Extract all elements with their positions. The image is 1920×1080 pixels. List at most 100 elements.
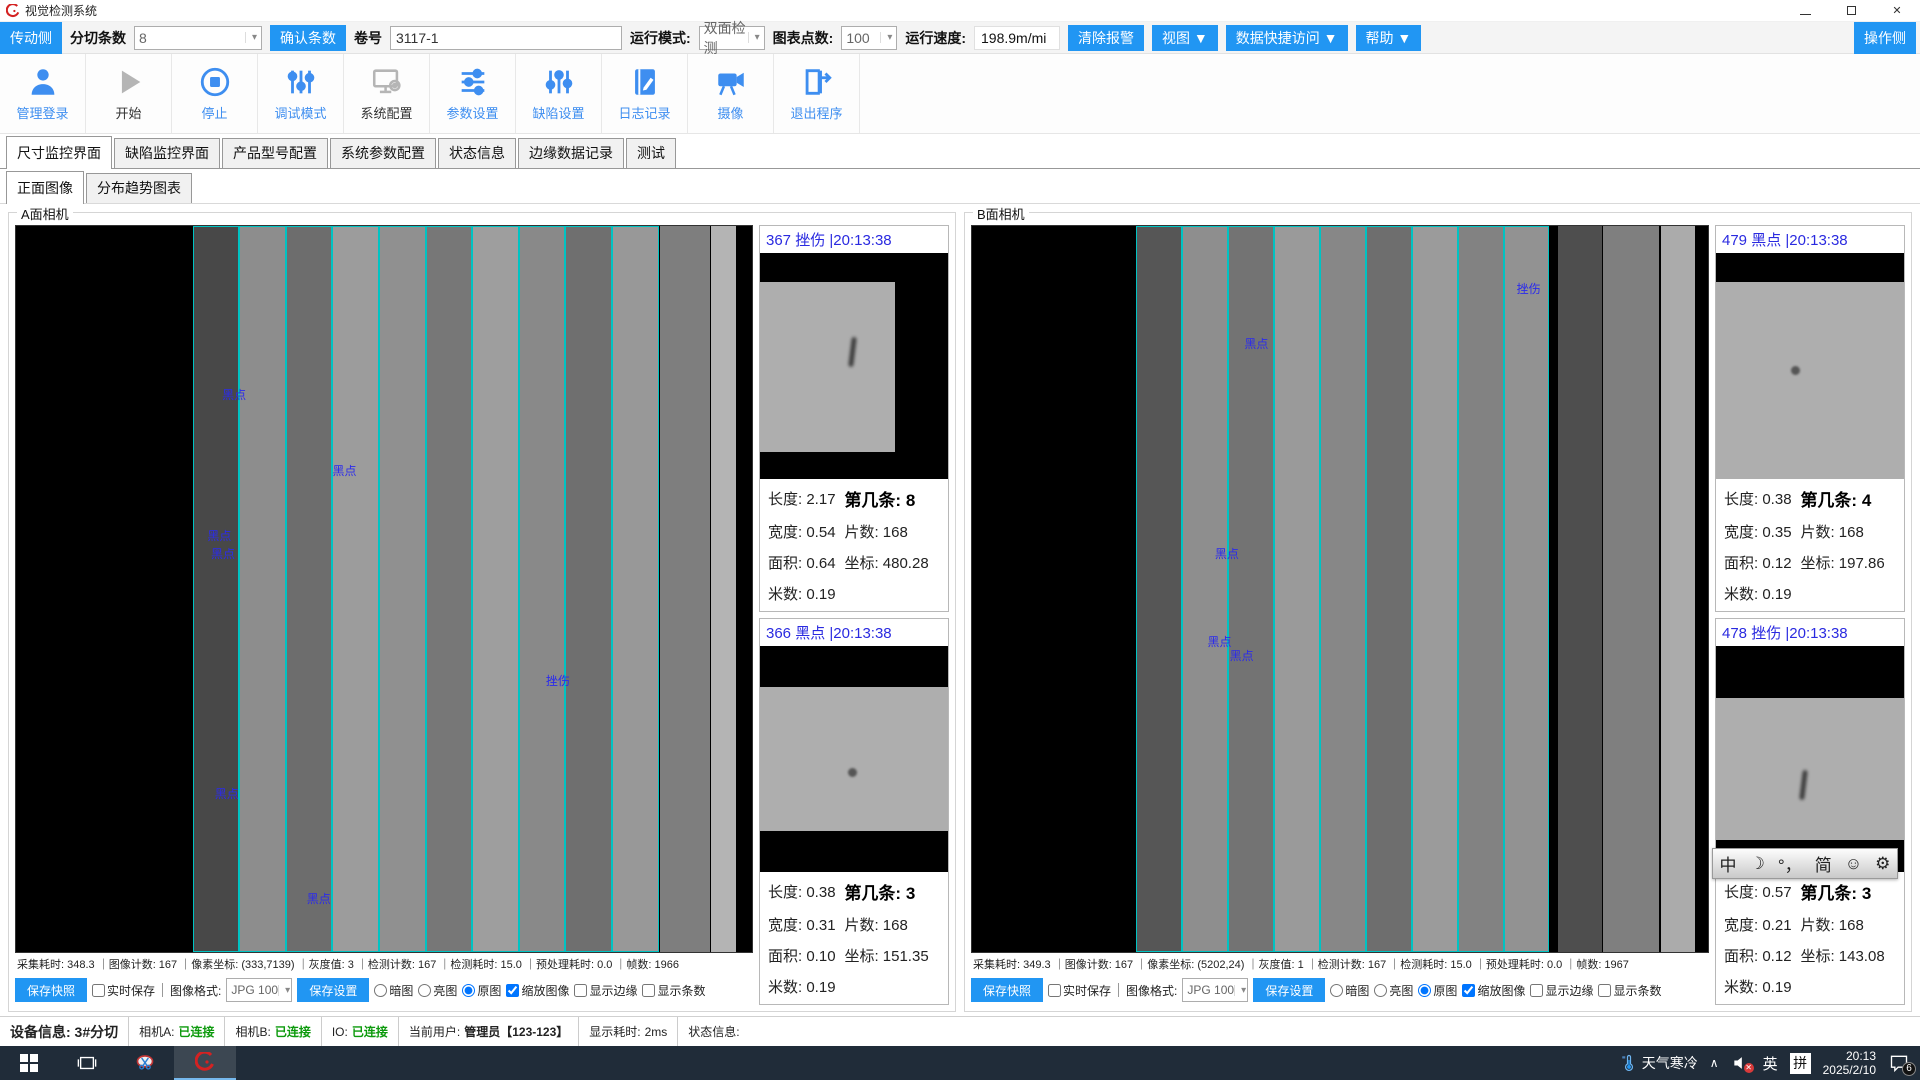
dark-image-radio[interactable]: 暗图 <box>1330 982 1369 999</box>
stop-button[interactable]: 停止 <box>172 54 258 133</box>
debug-mode-button[interactable]: 调试模式 <box>258 54 344 133</box>
realtime-save-checkbox[interactable]: 实时保存 <box>1048 982 1111 999</box>
save-snapshot-button[interactable]: 保存快照 <box>15 978 87 1002</box>
defect-card[interactable]: 479 黑点 |20:13:38 长度: 0.38 第几条: 4 宽度: 0.3… <box>1715 225 1905 612</box>
system-config-button[interactable]: 系统配置 <box>344 54 430 133</box>
start-button[interactable]: 开始 <box>86 54 172 133</box>
material-strip <box>426 226 473 952</box>
data-quick-access-button[interactable]: 数据快捷访问 ▼ <box>1226 25 1348 51</box>
defect-card[interactable]: 478 挫伤 |20:13:38 长度: 0.57 第几条: 3 宽度: 0.2… <box>1715 618 1905 1005</box>
maximize-button[interactable] <box>1828 0 1874 21</box>
volume-muted-tray-icon[interactable]: ✕ <box>1731 1053 1751 1073</box>
save-settings-button[interactable]: 保存设置 <box>1253 978 1325 1002</box>
roll-number-input[interactable] <box>390 26 622 50</box>
parameter-settings-button[interactable]: 参数设置 <box>430 54 516 133</box>
exit-program-button[interactable]: 退出程序 <box>774 54 860 133</box>
ime-item-3[interactable]: 简 <box>1815 851 1832 876</box>
material-strip <box>379 226 426 952</box>
sliders-horizontal-icon <box>456 65 490 99</box>
defect-thumbnail <box>760 253 948 479</box>
original-image-radio[interactable]: 原图 <box>1418 982 1457 999</box>
defect-card[interactable]: 366 黑点 |20:13:38 长度: 0.38 第几条: 3 宽度: 0.3… <box>759 618 949 1005</box>
stop-icon <box>198 65 232 99</box>
defect-overlay-label: 黑点 <box>207 527 231 544</box>
bright-image-radio[interactable]: 亮图 <box>1374 982 1413 999</box>
zoom-image-checkbox[interactable]: 缩放图像 <box>506 982 569 999</box>
weather-tray-item[interactable]: 天气寒冷 <box>1620 1053 1698 1073</box>
camera-b-connection: 相机B:已连接 <box>225 1017 321 1046</box>
run-mode-select[interactable]: 双面检测▾ <box>699 26 765 50</box>
admin-login-button[interactable]: 管理登录 <box>0 54 86 133</box>
chart-points-label: 图表点数: <box>773 28 834 48</box>
material-strip <box>1412 226 1458 952</box>
device-info: 设备信息: 3#分切 <box>0 1017 129 1046</box>
image-format-select[interactable]: JPG 100▾ <box>226 978 292 1002</box>
camera-image-b[interactable]: 挫伤黑点黑点黑点黑点 <box>971 225 1709 953</box>
operator-side-button[interactable]: 操作侧 <box>1854 22 1916 54</box>
dark-image-radio[interactable]: 暗图 <box>374 982 413 999</box>
main-tab-2[interactable]: 产品型号配置 <box>222 138 328 168</box>
sub-tab-1[interactable]: 分布趋势图表 <box>86 173 192 203</box>
ime-mode-indicator[interactable]: 拼 <box>1790 1053 1811 1074</box>
camera-button[interactable]: 摄像 <box>688 54 774 133</box>
realtime-save-checkbox[interactable]: 实时保存 <box>92 982 155 999</box>
start-button[interactable] <box>0 1046 58 1080</box>
notification-center-button[interactable]: 6 <box>1888 1053 1910 1073</box>
show-edges-checkbox[interactable]: 显示边缘 <box>1530 982 1593 999</box>
task-view-button[interactable] <box>58 1046 116 1080</box>
main-tab-4[interactable]: 状态信息 <box>438 138 516 168</box>
camera-image-a[interactable]: 黑点黑点黑点黑点挫伤黑点黑点 <box>15 225 753 953</box>
ime-item-5[interactable]: ⚙ <box>1875 854 1890 874</box>
bright-image-radio[interactable]: 亮图 <box>418 982 457 999</box>
ime-language-bar[interactable]: 中 ☽ °， 简 ☺ ⚙ <box>1712 848 1898 879</box>
monitor-gear-icon <box>370 65 404 99</box>
drive-side-button[interactable]: 传动侧 <box>0 22 62 54</box>
main-tab-5[interactable]: 边缘数据记录 <box>518 138 624 168</box>
ime-item-1[interactable]: ☽ <box>1750 854 1765 874</box>
confirm-count-button[interactable]: 确认条数 <box>270 25 346 51</box>
inspection-app-taskbar-button[interactable] <box>174 1046 236 1080</box>
material-strip <box>660 226 710 952</box>
ime-item-2[interactable]: °， <box>1778 851 1802 876</box>
hidden-icons-chevron[interactable]: ∧ <box>1710 1056 1719 1070</box>
show-count-checkbox[interactable]: 显示条数 <box>642 982 705 999</box>
clear-alarm-button[interactable]: 清除报警 <box>1068 25 1144 51</box>
original-image-radio[interactable]: 原图 <box>462 982 501 999</box>
run-speed-label: 运行速度: <box>905 28 966 48</box>
help-menu-button[interactable]: 帮助 ▼ <box>1356 25 1422 51</box>
main-tab-6[interactable]: 测试 <box>626 138 676 168</box>
main-tab-0[interactable]: 尺寸监控界面 <box>6 136 112 169</box>
image-format-select[interactable]: JPG 100▾ <box>1182 978 1248 1002</box>
date: 2025/2/10 <box>1823 1063 1876 1077</box>
material-strip <box>1603 226 1659 952</box>
close-button[interactable]: ✕ <box>1874 0 1920 21</box>
mute-badge-icon: ✕ <box>1744 1063 1754 1073</box>
slit-count-select[interactable]: 8▾ <box>134 26 262 50</box>
chart-points-select[interactable]: 100▾ <box>841 26 897 50</box>
show-edges-checkbox[interactable]: 显示边缘 <box>574 982 637 999</box>
defect-card[interactable]: 367 挫伤 |20:13:38 长度: 2.17 第几条: 8 宽度: 0.5… <box>759 225 949 612</box>
main-tab-3[interactable]: 系统参数配置 <box>330 138 436 168</box>
ime-item-0[interactable]: 中 <box>1720 851 1737 876</box>
app-logo-icon <box>195 1052 215 1072</box>
clock[interactable]: 20:13 2025/2/10 <box>1823 1049 1876 1077</box>
zoom-image-checkbox[interactable]: 缩放图像 <box>1462 982 1525 999</box>
task-view-icon <box>77 1053 97 1073</box>
defect-overlay-label: 黑点 <box>307 890 331 907</box>
minimize-button[interactable] <box>1782 0 1828 21</box>
snipping-tool-button[interactable] <box>116 1046 174 1080</box>
show-count-checkbox[interactable]: 显示条数 <box>1598 982 1661 999</box>
save-settings-button[interactable]: 保存设置 <box>297 978 369 1002</box>
language-indicator[interactable]: 英 <box>1763 1053 1778 1074</box>
ime-item-4[interactable]: ☺ <box>1845 854 1862 874</box>
view-menu-button[interactable]: 视图 ▼ <box>1152 25 1218 51</box>
main-tab-1[interactable]: 缺陷监控界面 <box>114 138 220 168</box>
camera-panel-b: B面相机 挫伤黑点黑点黑点黑点 采集耗时: 349.3 ｜图像计数: 167 ｜… <box>964 212 1912 1012</box>
sub-tab-0[interactable]: 正面图像 <box>6 171 84 204</box>
material-strip <box>239 226 286 952</box>
defect-settings-button[interactable]: 缺陷设置 <box>516 54 602 133</box>
defect-stats: 长度: 0.57 第几条: 3 宽度: 0.21 片数: 168 面积: 0.1… <box>1716 872 1904 1004</box>
log-record-button[interactable]: 日志记录 <box>602 54 688 133</box>
defect-thumb-material <box>760 282 895 452</box>
save-snapshot-button[interactable]: 保存快照 <box>971 978 1043 1002</box>
